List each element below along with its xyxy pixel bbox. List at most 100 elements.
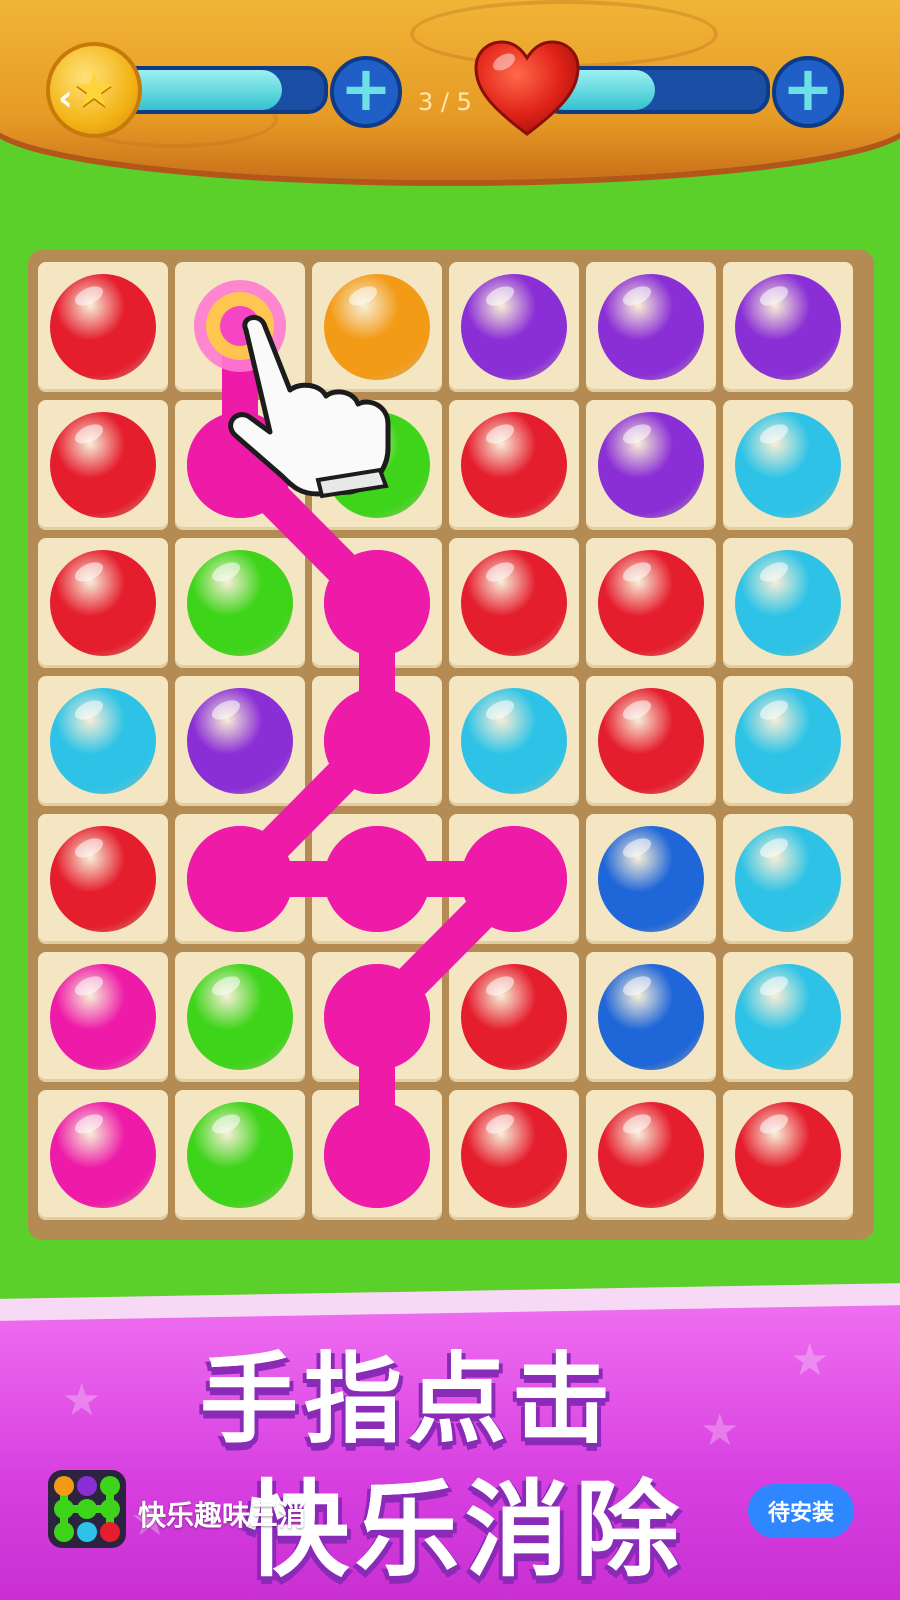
app-name: 快乐趣味三消 (138, 1499, 307, 1532)
promo-slogan-line2: 快乐消除 (245, 1469, 686, 1591)
pink-ball[interactable] (324, 688, 430, 794)
board-cell[interactable] (586, 676, 716, 806)
board-cell[interactable] (723, 538, 853, 668)
board-cell[interactable] (586, 400, 716, 530)
board-cell[interactable] (723, 400, 853, 530)
red-ball[interactable] (735, 1102, 841, 1208)
cyan-ball[interactable] (735, 826, 841, 932)
board-cell[interactable] (175, 814, 305, 944)
board-cell[interactable] (449, 676, 579, 806)
star-decoration: ★ (700, 1405, 740, 1456)
green-ball[interactable] (187, 964, 293, 1070)
cyan-ball[interactable] (735, 964, 841, 1070)
board-cell[interactable] (38, 400, 168, 530)
board-cell[interactable] (449, 262, 579, 392)
board-cell[interactable] (449, 538, 579, 668)
heart-icon (474, 40, 580, 136)
green-ball[interactable] (187, 550, 293, 656)
game-board (28, 250, 874, 1240)
board-cell[interactable] (312, 400, 442, 530)
install-button[interactable]: 待安装 (748, 1484, 854, 1538)
board-cell[interactable] (586, 1090, 716, 1220)
board-cell[interactable] (449, 1090, 579, 1220)
chevron-left-icon[interactable]: ‹ (58, 78, 73, 119)
orange-ball[interactable] (324, 274, 430, 380)
cyan-ball[interactable] (735, 412, 841, 518)
red-ball[interactable] (50, 826, 156, 932)
blue-ball[interactable] (598, 964, 704, 1070)
board-cell[interactable] (723, 262, 853, 392)
purple-ball[interactable] (461, 274, 567, 380)
blue-ball[interactable] (598, 826, 704, 932)
board-cell[interactable] (586, 538, 716, 668)
board-cell[interactable] (312, 262, 442, 392)
app-icon[interactable] (48, 1470, 126, 1548)
board-cell[interactable] (312, 1090, 442, 1220)
green-ball[interactable] (187, 1102, 293, 1208)
board-cell[interactable] (38, 1090, 168, 1220)
board-cell[interactable] (723, 952, 853, 1082)
board-cell[interactable] (723, 676, 853, 806)
red-ball[interactable] (598, 550, 704, 656)
red-ball[interactable] (598, 688, 704, 794)
pink-ball[interactable] (187, 412, 293, 518)
board-cell[interactable] (175, 1090, 305, 1220)
pink-ball[interactable] (324, 826, 430, 932)
board-cell[interactable] (175, 400, 305, 530)
star-decoration: ★ (62, 1375, 102, 1426)
level-counter: 3 / 5 (418, 88, 472, 116)
board-cell[interactable] (723, 1090, 853, 1220)
red-ball[interactable] (461, 412, 567, 518)
cyan-ball[interactable] (735, 688, 841, 794)
board-cell[interactable] (312, 676, 442, 806)
pink-ball[interactable] (461, 826, 567, 932)
pink-ball[interactable] (324, 550, 430, 656)
purple-ball[interactable] (735, 274, 841, 380)
red-ball[interactable] (50, 550, 156, 656)
cyan-ball[interactable] (50, 688, 156, 794)
board-cell[interactable] (175, 262, 305, 392)
board-cell[interactable] (449, 814, 579, 944)
add-lives-button[interactable]: + (772, 56, 844, 128)
red-ball[interactable] (50, 274, 156, 380)
board-cell[interactable] (175, 538, 305, 668)
red-ball[interactable] (461, 1102, 567, 1208)
pink-ball[interactable] (50, 964, 156, 1070)
add-coins-button[interactable]: + (330, 56, 402, 128)
board-cell[interactable] (586, 952, 716, 1082)
red-ball[interactable] (50, 412, 156, 518)
board-cell[interactable] (723, 814, 853, 944)
red-ball[interactable] (598, 1102, 704, 1208)
board-cell[interactable] (449, 952, 579, 1082)
star-decoration: ★ (790, 1335, 830, 1386)
coin-progress-bar (110, 66, 328, 114)
pink-ball[interactable] (50, 1102, 156, 1208)
board-cell[interactable] (312, 538, 442, 668)
plus-icon: + (782, 52, 834, 125)
board-cell[interactable] (312, 952, 442, 1082)
board-cell[interactable] (312, 814, 442, 944)
red-ball[interactable] (461, 964, 567, 1070)
plus-icon: + (340, 52, 392, 125)
purple-ball[interactable] (187, 688, 293, 794)
promo-slogan-line1: 手指点击 (200, 1343, 617, 1457)
green-ball[interactable] (324, 412, 430, 518)
board-cell[interactable] (586, 814, 716, 944)
purple-ball[interactable] (598, 274, 704, 380)
board-cell[interactable] (449, 400, 579, 530)
board-cell[interactable] (175, 952, 305, 1082)
board-cell[interactable] (38, 814, 168, 944)
board-cell[interactable] (175, 676, 305, 806)
board-cell[interactable] (586, 262, 716, 392)
board-cell[interactable] (38, 262, 168, 392)
pink-ball[interactable] (324, 1102, 430, 1208)
board-cell[interactable] (38, 538, 168, 668)
pink-ball[interactable] (187, 826, 293, 932)
pink-ball[interactable] (324, 964, 430, 1070)
board-cell[interactable] (38, 952, 168, 1082)
purple-ball[interactable] (598, 412, 704, 518)
board-cell[interactable] (38, 676, 168, 806)
cyan-ball[interactable] (461, 688, 567, 794)
red-ball[interactable] (461, 550, 567, 656)
cyan-ball[interactable] (735, 550, 841, 656)
